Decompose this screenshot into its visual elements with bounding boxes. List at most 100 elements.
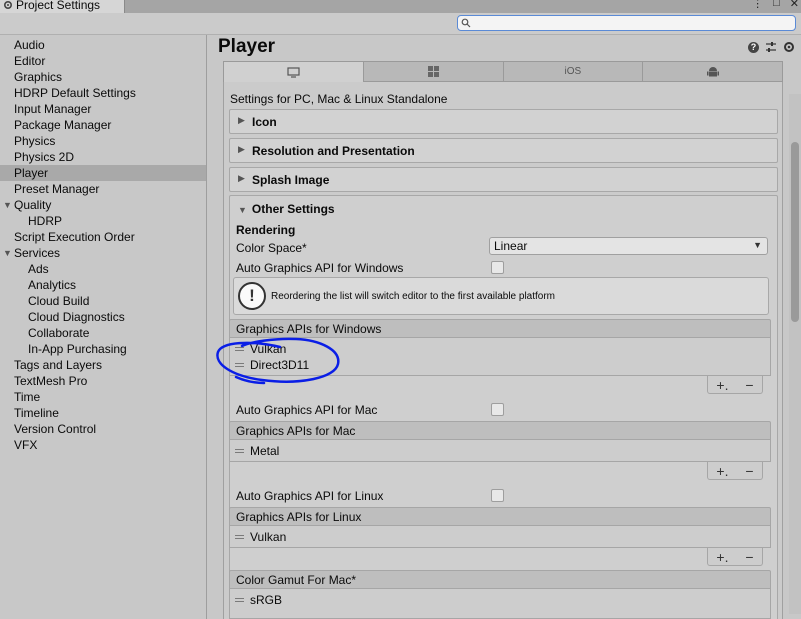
list-item-vulkan[interactable]: Vulkan — [230, 529, 770, 545]
mac-api-list-header: Graphics APIs for Mac — [229, 421, 771, 440]
sidebar-item-hdrp[interactable]: HDRP — [0, 213, 206, 229]
tab-android[interactable] — [643, 61, 783, 82]
warning-box: ! Reordering the list will switch editor… — [233, 277, 769, 315]
sidebar-item-graphics[interactable]: Graphics — [0, 69, 206, 85]
color-gamut-list: sRGB — [229, 589, 771, 619]
remove-button[interactable]: − — [745, 377, 753, 393]
list-item-vulkan[interactable]: Vulkan — [230, 341, 770, 357]
sidebar-item-label: Preset Manager — [14, 182, 100, 196]
sidebar-item-audio[interactable]: Audio — [0, 37, 206, 53]
tab-ios[interactable]: iOS — [503, 61, 644, 82]
auto-api-linux-label: Auto Graphics API for Linux — [236, 489, 384, 503]
window-tab[interactable]: Project Settings — [0, 0, 125, 13]
sidebar-item-textmesh-pro[interactable]: TextMesh Pro — [0, 373, 206, 389]
sidebar-item-script-execution-order[interactable]: Script Execution Order — [0, 229, 206, 245]
list-item-metal[interactable]: Metal — [230, 443, 770, 459]
sidebar-item-label: Editor — [14, 54, 46, 68]
remove-button[interactable]: − — [745, 463, 753, 479]
sidebar-item-services[interactable]: ▼ Services — [0, 245, 206, 261]
sidebar-item-label: VFX — [14, 438, 38, 452]
add-button[interactable]: +. — [716, 549, 728, 565]
search-icon — [461, 18, 471, 28]
sidebar-item-input-manager[interactable]: Input Manager — [0, 101, 206, 117]
remove-button[interactable]: − — [745, 549, 753, 565]
sidebar-item-tags-and-layers[interactable]: Tags and Layers — [0, 357, 206, 373]
drag-handle-icon[interactable] — [235, 535, 244, 539]
sidebar-item-in-app-purchasing[interactable]: In-App Purchasing — [0, 341, 206, 357]
sidebar-item-label: Time — [14, 390, 41, 404]
help-icon[interactable]: ? — [748, 41, 759, 53]
drag-handle-icon[interactable] — [235, 598, 244, 602]
sidebar-item-label: Graphics — [14, 70, 63, 84]
foldout-resolution[interactable]: ▶ Resolution and Presentation — [229, 138, 778, 163]
sidebar-item-label: Ads — [28, 262, 49, 276]
sidebar-item-time[interactable]: Time — [0, 389, 206, 405]
drag-handle-icon[interactable] — [235, 363, 244, 367]
drag-handle-icon[interactable] — [235, 347, 244, 351]
sidebar-item-package-manager[interactable]: Package Manager — [0, 117, 206, 133]
drag-handle-icon[interactable] — [235, 449, 244, 453]
foldout-label: Resolution and Presentation — [252, 144, 415, 158]
list-header-label: Graphics APIs for Windows — [236, 322, 382, 336]
sidebar-item-physics-2d[interactable]: Physics 2D — [0, 149, 206, 165]
sidebar-item-quality[interactable]: ▼ Quality — [0, 197, 206, 213]
tab-standalone[interactable] — [223, 61, 364, 82]
sidebar-item-hdrp-default-settings[interactable]: HDRP Default Settings — [0, 85, 206, 101]
sliders-icon[interactable] — [765, 41, 777, 53]
chevron-down-icon[interactable]: ▼ — [3, 197, 12, 213]
more-icon[interactable]: ⋮ — [752, 0, 763, 10]
sidebar-item-physics[interactable]: Physics — [0, 133, 206, 149]
auto-api-linux-checkbox[interactable] — [491, 489, 504, 502]
chevron-right-icon: ▶ — [238, 144, 245, 154]
list-item-label: Metal — [250, 444, 280, 458]
sidebar-item-ads[interactable]: Ads — [0, 261, 206, 277]
add-button[interactable]: +. — [716, 463, 728, 479]
sidebar-item-collaborate[interactable]: Collaborate — [0, 325, 206, 341]
sidebar-item-vfx[interactable]: VFX — [0, 437, 206, 453]
sidebar-item-editor[interactable]: Editor — [0, 53, 206, 69]
auto-api-windows-label: Auto Graphics API for Windows — [236, 261, 404, 275]
auto-api-mac-checkbox[interactable] — [491, 403, 504, 416]
sidebar-item-preset-manager[interactable]: Preset Manager — [0, 181, 206, 197]
color-space-dropdown[interactable]: Linear ▼ — [489, 237, 768, 255]
chevron-down-icon[interactable]: ▼ — [3, 245, 12, 261]
foldout-icon-section[interactable]: ▶ Icon — [229, 109, 778, 134]
list-item-direct3d11[interactable]: Direct3D11 — [230, 357, 770, 373]
auto-api-windows-checkbox[interactable] — [491, 261, 504, 274]
list-item-srgb[interactable]: sRGB — [230, 592, 770, 608]
foldout-splash-image[interactable]: ▶ Splash Image — [229, 167, 778, 192]
vertical-scrollbar[interactable] — [789, 94, 801, 614]
search-row — [0, 13, 801, 35]
scrollbar-thumb[interactable] — [791, 142, 799, 322]
sidebar-item-cloud-build[interactable]: Cloud Build — [0, 293, 206, 309]
sidebar-item-version-control[interactable]: Version Control — [0, 421, 206, 437]
sidebar-item-label: Player — [14, 166, 49, 180]
color-space-value: Linear — [494, 239, 528, 253]
search-input[interactable] — [457, 15, 796, 31]
sidebar-item-label: Timeline — [14, 406, 59, 420]
list-item-label: sRGB — [250, 593, 283, 607]
tab-windows[interactable] — [363, 61, 504, 82]
mac-list-footer: +. − — [707, 462, 763, 480]
sidebar-item-player[interactable]: Player — [0, 165, 206, 181]
foldout-label: Splash Image — [252, 173, 330, 187]
monitor-icon — [287, 66, 300, 78]
platform-tabs: iOS — [223, 61, 783, 82]
sidebar-item-cloud-diagnostics[interactable]: Cloud Diagnostics — [0, 309, 206, 325]
sidebar-item-label: In-App Purchasing — [28, 342, 127, 356]
sidebar-item-timeline[interactable]: Timeline — [0, 405, 206, 421]
sidebar-item-label: Physics 2D — [14, 150, 75, 164]
sidebar-item-analytics[interactable]: Analytics — [0, 277, 206, 293]
title-icons: ? — [748, 41, 795, 53]
gear-icon[interactable] — [783, 41, 795, 53]
close-icon[interactable]: ✕ — [790, 0, 799, 10]
windows-list-footer: +. − — [707, 376, 763, 394]
add-button[interactable]: +. — [716, 377, 728, 393]
sidebar-item-label: Cloud Diagnostics — [28, 310, 125, 324]
sidebar-item-label: Cloud Build — [28, 294, 90, 308]
chevron-down-icon: ▼ — [238, 205, 247, 215]
list-header-label: Color Gamut For Mac* — [236, 573, 357, 587]
other-settings-header[interactable]: ▼ Other Settings — [238, 202, 335, 216]
window-title: Project Settings — [16, 0, 101, 12]
maximize-icon[interactable]: □ — [773, 0, 780, 10]
